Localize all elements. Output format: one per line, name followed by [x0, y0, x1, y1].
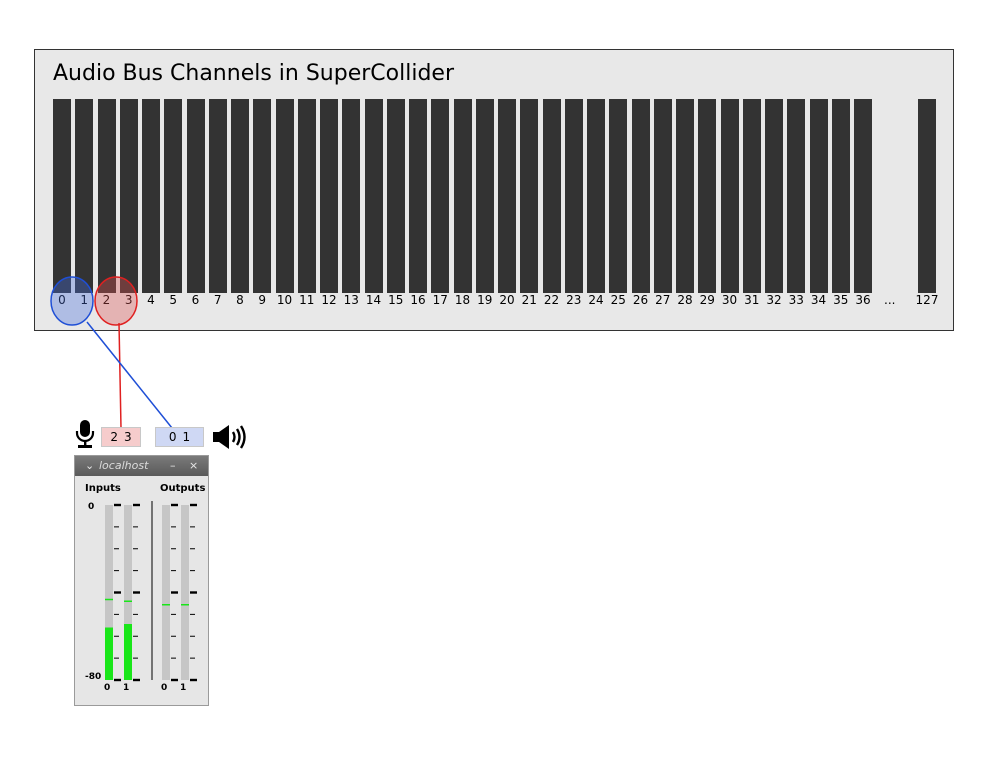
- microphone-icon: [75, 420, 95, 448]
- bus-channel-bar-7: [208, 99, 227, 293]
- bus-ellipsis: ...: [884, 293, 896, 307]
- output-channel-1: 1: [182, 430, 191, 444]
- bus-channel-bar-32: [765, 99, 783, 293]
- bus-channels-panel: Audio Bus Channels in SuperCollider 0123…: [34, 49, 954, 331]
- bus-channel-bar-6: [186, 99, 205, 293]
- output-meter-1-track: [181, 505, 189, 680]
- bus-channel-bar-36: [854, 99, 872, 293]
- bus-channel-bar-5: [164, 99, 183, 293]
- input-meter-1-level: [124, 624, 132, 680]
- bus-channel-bar-10: [275, 99, 294, 293]
- output-meter-label-1: 1: [180, 683, 187, 693]
- bus-channel-bar-35: [831, 99, 850, 293]
- bus-channel-bar-29: [698, 99, 717, 293]
- bus-channel-bar-34: [809, 99, 828, 293]
- bus-channel-bar-9: [253, 99, 272, 293]
- bus-channel-bar-13: [342, 99, 361, 293]
- output-meter-label-0: 0: [161, 683, 168, 693]
- bus-channel-bar-25: [609, 99, 628, 293]
- input-channels-chip: 23: [101, 427, 141, 447]
- bus-channel-bar-21: [520, 99, 539, 293]
- bus-channel-bar-1: [75, 99, 94, 293]
- input-meter-label-1: 1: [123, 683, 130, 693]
- bus-channel-bar-12: [320, 99, 338, 293]
- bus-channel-bar-28: [676, 99, 694, 293]
- bus-channel-bar-31: [742, 99, 761, 293]
- bus-channel-bar-18: [453, 99, 472, 293]
- bus-channel-bar-127: [918, 99, 936, 293]
- bus-channel-bar-14: [364, 99, 383, 293]
- bus-channel-bar-8: [231, 99, 249, 293]
- input-channel-3: 3: [124, 430, 132, 444]
- output-channels-chip: 01: [155, 427, 204, 447]
- bus-channel-bar-33: [787, 99, 806, 293]
- bus-channel-bar-30: [720, 99, 739, 293]
- bus-channel-bar-26: [631, 99, 650, 293]
- input-channel-2: 2: [110, 430, 118, 444]
- bus-channel-bar-24: [587, 99, 605, 293]
- bus-channel-bar-23: [564, 99, 583, 293]
- level-meter-window: ⌄ localhost – × Inputs Outputs 0 -80 0 1…: [74, 455, 209, 706]
- bus-channel-bar-4: [142, 99, 160, 293]
- bus-channel-bar-27: [653, 99, 672, 293]
- bus-channel-label-127: 127: [915, 293, 939, 307]
- speaker-icon: [213, 425, 246, 449]
- output-connector-line: [86, 321, 173, 429]
- bus-channel-bar-11: [297, 99, 316, 293]
- bus-channel-bar-22: [542, 99, 561, 293]
- bus-channel-bar-2: [97, 99, 116, 293]
- output-channel-0: 0: [168, 430, 177, 444]
- bus-channel-bar-17: [431, 99, 450, 293]
- input-meter-0-level: [105, 627, 113, 680]
- panel-title: Audio Bus Channels in SuperCollider: [53, 61, 454, 86]
- bus-channel-bar-3: [119, 99, 138, 293]
- input-meter-label-0: 0: [104, 683, 111, 693]
- bus-channel-bar-19: [475, 99, 494, 293]
- bus-channel-bar-15: [386, 99, 405, 293]
- output-meter-0-track: [162, 505, 170, 680]
- bus-channel-bar-16: [409, 99, 427, 293]
- bus-channel-label-36: 36: [855, 293, 871, 307]
- input-connector-line: [118, 322, 122, 429]
- bus-channel-bar-20: [498, 99, 516, 293]
- bus-channel-bar-0: [53, 99, 71, 293]
- meter-graphics: [105, 501, 197, 682]
